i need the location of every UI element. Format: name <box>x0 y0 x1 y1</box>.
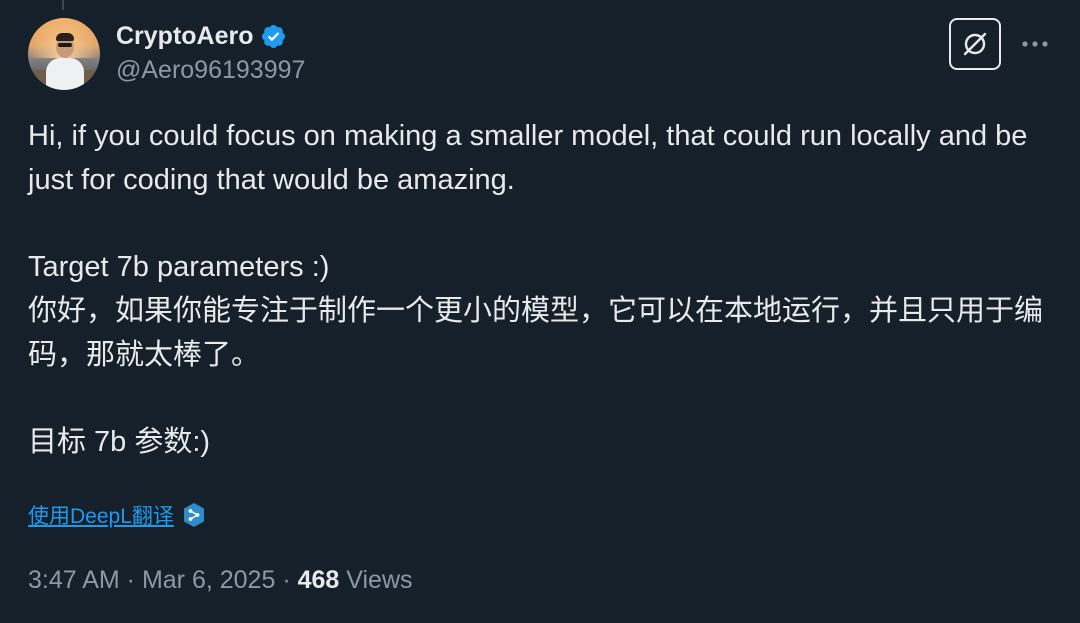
deepl-icon[interactable] <box>182 502 206 528</box>
thread-line <box>62 0 64 10</box>
tweet-paragraph-target-chinese: 目标 7b 参数:) <box>28 426 211 458</box>
more-options-button[interactable] <box>1018 30 1052 58</box>
tweet-body: Hi, if you could focus on making a small… <box>28 114 1058 464</box>
avatar[interactable] <box>28 18 100 90</box>
grok-icon <box>963 32 987 56</box>
tweet-paragraph-english: Hi, if you could focus on making a small… <box>28 120 1028 196</box>
views-count: 468 <box>297 566 340 594</box>
meta-separator: · <box>119 566 142 594</box>
meta-separator: · <box>275 566 298 594</box>
tweet-paragraph-chinese: 你好，如果你能专注于制作一个更小的模型，它可以在本地运行，并且只用于编码，那就太… <box>28 295 1044 371</box>
verified-badge-icon <box>261 24 285 48</box>
user-handle[interactable]: @Aero96193997 <box>116 56 305 85</box>
display-name[interactable]: CryptoAero <box>116 22 254 51</box>
author-name-row: CryptoAero <box>116 20 287 52</box>
grok-button[interactable] <box>949 18 1001 70</box>
tweet-meta: 3:47 AM · Mar 6, 2025 · 468 Views <box>28 566 413 595</box>
tweet-date[interactable]: Mar 6, 2025 <box>142 566 275 595</box>
tweet-card: CryptoAero @Aero96193997 Hi, if you coul… <box>0 0 1080 623</box>
tweet-paragraph-target: Target 7b parameters :) <box>28 251 330 283</box>
tweet-time[interactable]: 3:47 AM <box>28 566 120 595</box>
translate-row: 使用DeepL翻译 <box>28 500 206 530</box>
translate-with-deepl-link[interactable]: 使用DeepL翻译 <box>28 500 174 530</box>
more-options-icon <box>1022 41 1048 47</box>
views-label: Views <box>339 566 413 594</box>
